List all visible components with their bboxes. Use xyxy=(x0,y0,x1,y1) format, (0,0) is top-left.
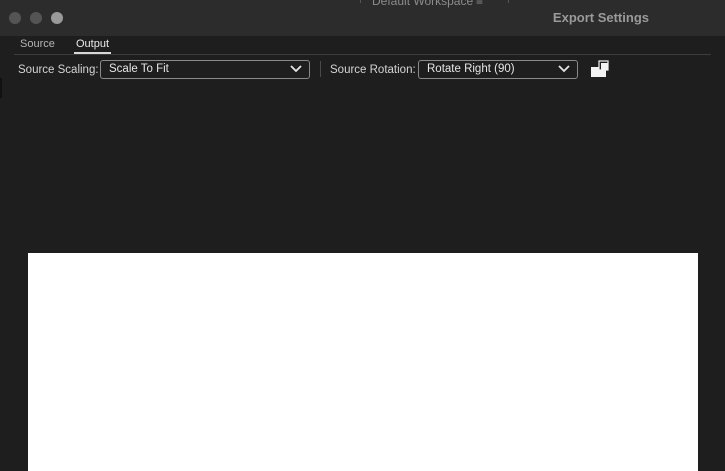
minimize-window-button[interactable] xyxy=(30,12,42,24)
close-window-button[interactable] xyxy=(9,12,21,24)
output-preview-frame xyxy=(28,253,698,471)
source-scaling-value: Scale To Fit xyxy=(109,63,169,75)
crop-output-icon[interactable] xyxy=(590,60,610,78)
tab-source[interactable]: Source xyxy=(20,38,55,50)
chevron-down-icon xyxy=(290,65,302,73)
background-divider xyxy=(360,0,361,3)
export-settings-window: Default Workspace ≡ Export Settings Sour… xyxy=(0,0,725,471)
background-workspace-label: Default Workspace xyxy=(372,0,474,8)
panel-edge xyxy=(0,78,2,98)
source-rotation-label: Source Rotation: xyxy=(330,64,416,76)
background-workspace-menu-icon: ≡ xyxy=(476,0,484,8)
tab-output[interactable]: Output xyxy=(76,38,109,50)
source-scaling-label: Source Scaling: xyxy=(18,64,99,76)
background-divider xyxy=(508,0,509,3)
window-title: Export Settings xyxy=(552,10,649,25)
title-bar[interactable]: Default Workspace ≡ Export Settings xyxy=(0,0,725,36)
tab-divider xyxy=(14,54,711,55)
zoom-window-button[interactable] xyxy=(51,12,63,24)
tab-bar: Source Output xyxy=(0,36,725,55)
toolbar-separator xyxy=(320,61,321,77)
chevron-down-icon xyxy=(558,65,570,73)
source-rotation-dropdown[interactable]: Rotate Right (90) xyxy=(418,60,578,79)
source-scaling-dropdown[interactable]: Scale To Fit xyxy=(100,60,310,79)
source-rotation-value: Rotate Right (90) xyxy=(427,63,515,75)
